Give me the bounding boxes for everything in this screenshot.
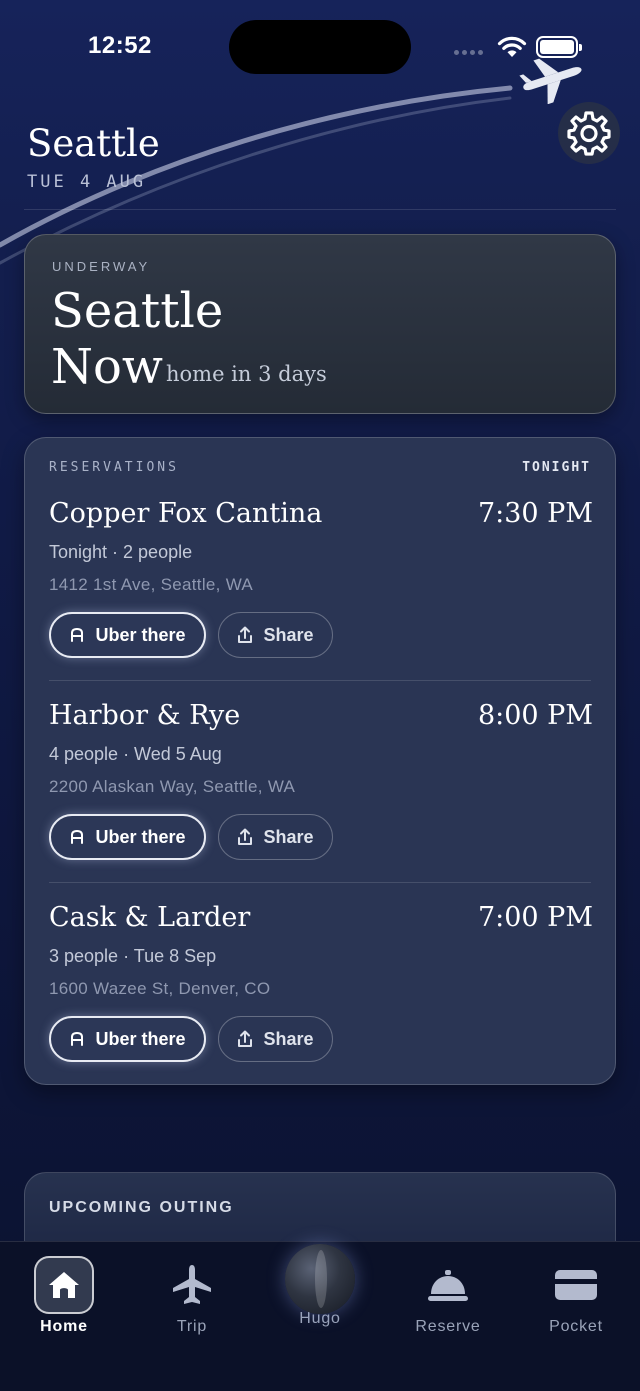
uber-there-button[interactable]: Uber there — [49, 814, 206, 860]
page-title: Seattle — [27, 122, 160, 165]
cloche-icon — [428, 1270, 468, 1301]
reservation-item[interactable]: Cask & Larder 7:00 PM 3 people · Tue 8 S… — [25, 902, 617, 1104]
reservation-time: 7:00 PM — [477, 902, 593, 933]
reservation-name: Harbor & Rye — [49, 700, 241, 731]
tab-bar: Home Trip Hugo Reserve Pocket — [0, 1241, 640, 1391]
reservation-address[interactable]: 1600 Wazee St, Denver, CO — [49, 979, 270, 999]
uber-there-label: Uber there — [95, 624, 186, 645]
uber-there-label: Uber there — [95, 826, 186, 847]
tab-home[interactable]: Home — [0, 1242, 128, 1352]
share-button[interactable]: Share — [218, 814, 333, 860]
underway-subtitle: home in 3 days — [166, 362, 327, 386]
reservation-meta: 4 people · Wed 5 Aug — [49, 744, 222, 764]
settings-button[interactable] — [558, 102, 620, 164]
share-icon — [238, 1030, 253, 1047]
reservations-card: RESERVATIONS TONIGHT Copper Fox Cantina … — [24, 437, 616, 1085]
wallet-icon — [555, 1270, 597, 1300]
share-icon — [238, 626, 253, 643]
underway-label: UNDERWAY — [52, 259, 151, 274]
tab-label: Pocket — [549, 1318, 603, 1335]
underway-city: Seattle — [51, 283, 224, 339]
airplane-icon — [173, 1265, 211, 1304]
tab-hugo[interactable]: Hugo — [256, 1242, 384, 1352]
reservation-address[interactable]: 1412 1st Ave, Seattle, WA — [49, 575, 253, 595]
tab-label: Reserve — [415, 1318, 481, 1335]
share-label: Share — [263, 1028, 314, 1049]
underway-card[interactable]: UNDERWAY Seattle Now home in 3 days — [24, 234, 616, 414]
uber-there-button[interactable]: Uber there — [49, 612, 206, 658]
car-seat-icon — [71, 627, 84, 642]
reservation-meta: 3 people · Tue 8 Sep — [49, 946, 217, 966]
tab-trip[interactable]: Trip — [128, 1242, 256, 1352]
reservations-heading: RESERVATIONS — [49, 460, 179, 475]
share-button[interactable]: Share — [218, 1016, 333, 1062]
reservation-item[interactable]: Copper Fox Cantina 7:30 PM Tonight · 2 p… — [25, 498, 617, 700]
status-time: 12:52 — [88, 32, 152, 59]
reservation-divider — [49, 882, 591, 883]
share-label: Share — [263, 624, 314, 645]
home-icon — [34, 1256, 94, 1314]
reservation-meta: Tonight · 2 people — [49, 542, 193, 562]
reservation-time: 7:30 PM — [477, 498, 593, 529]
reservation-divider — [49, 680, 591, 681]
share-icon — [238, 828, 253, 845]
car-seat-icon — [71, 829, 84, 844]
header-divider — [24, 209, 616, 210]
reservation-name: Cask & Larder — [49, 902, 251, 933]
reservation-item[interactable]: Harbor & Rye 8:00 PM 4 people · Wed 5 Au… — [25, 700, 617, 902]
tab-pocket[interactable]: Pocket — [512, 1242, 640, 1352]
cellular-signal-icon — [454, 50, 483, 55]
gear-icon — [567, 111, 611, 156]
tonight-badge: TONIGHT — [522, 460, 591, 475]
tab-reserve[interactable]: Reserve — [384, 1242, 512, 1352]
globe-icon — [285, 1244, 355, 1314]
reservation-name: Copper Fox Cantina — [49, 498, 323, 529]
share-label: Share — [263, 826, 314, 847]
car-seat-icon — [71, 1031, 84, 1046]
tab-label: Trip — [176, 1318, 208, 1335]
underway-now: Now — [51, 339, 163, 395]
share-button[interactable]: Share — [218, 612, 333, 658]
reservation-time: 8:00 PM — [477, 700, 593, 731]
tab-label: Home — [40, 1318, 88, 1335]
reservation-address[interactable]: 2200 Alaskan Way, Seattle, WA — [49, 777, 295, 797]
uber-there-button[interactable]: Uber there — [49, 1016, 206, 1062]
uber-there-label: Uber there — [95, 1028, 186, 1049]
upcoming-outing-heading: UPCOMING OUTING — [49, 1199, 234, 1216]
airplane-icon — [519, 58, 582, 104]
header-date: TUE 4 AUG — [27, 172, 147, 192]
